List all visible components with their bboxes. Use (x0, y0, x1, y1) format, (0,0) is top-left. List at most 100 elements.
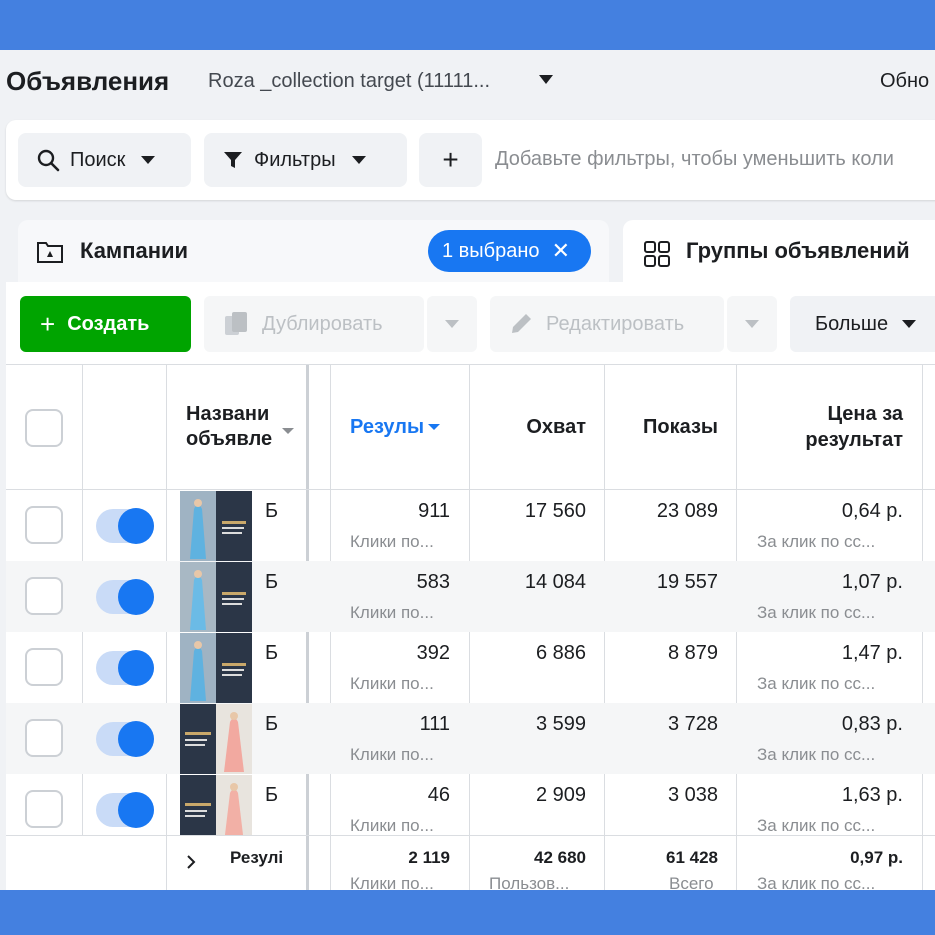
filters-label: Фильтры (254, 148, 336, 171)
edit-label: Редактировать (546, 312, 685, 335)
ad-name[interactable]: Б (265, 642, 278, 665)
row-checkbox[interactable] (25, 790, 63, 828)
chevron-down-icon[interactable] (282, 427, 294, 435)
selected-chip[interactable]: 1 выбрано ✕ (428, 230, 591, 272)
bottom-border-band (0, 890, 935, 935)
table-row[interactable]: Б 911 Клики по... 17 560 23 089 0,64 р. … (6, 490, 935, 561)
results-sub: Клики по... (350, 532, 434, 551)
chevron-down-icon (141, 156, 156, 164)
ad-thumbnail[interactable] (180, 491, 252, 561)
grid-icon (644, 241, 670, 267)
ad-thumbnail[interactable] (180, 562, 252, 632)
filter-icon (224, 152, 242, 168)
totals-reach: 42 680 (534, 848, 586, 867)
close-icon[interactable]: ✕ (552, 238, 570, 264)
ad-thumbnail[interactable] (180, 775, 252, 835)
column-header-results-label: Резулы (350, 415, 425, 438)
chevron-down-icon[interactable] (538, 73, 554, 85)
column-header-name-line1: Названи (186, 403, 270, 425)
chevron-down-icon (445, 320, 459, 328)
table-row[interactable]: Б 392 Клики по... 6 886 8 879 1,47 р. За… (6, 632, 935, 703)
results-value: 392 (416, 642, 450, 664)
search-icon (37, 149, 60, 172)
row-checkbox[interactable] (25, 506, 63, 544)
ad-thumbnail[interactable] (180, 633, 252, 703)
cost-sub: За клик по сс... (757, 532, 876, 551)
updated-label[interactable]: Обно (880, 70, 929, 93)
tab-adsets[interactable]: Группы объявлений (623, 220, 935, 282)
reach-value: 17 560 (524, 500, 586, 522)
column-header-results[interactable]: Резулы (350, 365, 460, 489)
chevron-down-icon (351, 156, 366, 164)
tab-adsets-label: Группы объявлений (686, 238, 910, 263)
cost-value: 1,07 р. (841, 571, 903, 593)
selected-count: 1 выбрано (442, 239, 540, 262)
more-label: Больше (815, 312, 889, 335)
chevron-down-icon (745, 320, 759, 328)
totals-cost: 0,97 р. (850, 848, 903, 867)
folder-icon (37, 242, 63, 263)
duplicate-button[interactable]: Дублировать (204, 296, 424, 352)
row-checkbox[interactable] (25, 577, 63, 615)
create-button[interactable]: + Создать (20, 296, 191, 352)
results-value: 46 (427, 784, 450, 806)
more-button[interactable]: Больше (790, 296, 935, 352)
create-label: Создать (67, 312, 150, 335)
totals-impressions: 61 428 (666, 848, 718, 867)
ad-name[interactable]: Б (265, 500, 278, 523)
tab-campaigns[interactable]: Кампании 1 выбрано ✕ (18, 220, 609, 282)
add-filter-button[interactable]: + (419, 133, 482, 187)
ad-name[interactable]: Б (265, 784, 278, 807)
select-all-checkbox[interactable] (25, 409, 63, 447)
status-toggle[interactable] (96, 508, 154, 544)
table-row[interactable]: Б 583 Клики по... 14 084 19 557 1,07 р. … (6, 561, 935, 632)
edit-dropdown[interactable] (727, 296, 777, 352)
impressions-value: 3 728 (667, 713, 718, 735)
row-checkbox[interactable] (25, 719, 63, 757)
edit-button[interactable]: Редактировать (490, 296, 724, 352)
reach-value: 2 909 (535, 784, 586, 806)
reach-value: 6 886 (535, 642, 586, 664)
impressions-value: 8 879 (667, 642, 718, 664)
filter-input-placeholder[interactable]: Добавьте фильтры, чтобы уменьшить коли (495, 148, 894, 171)
cost-value: 0,83 р. (841, 713, 903, 735)
ad-name[interactable]: Б (265, 713, 278, 736)
ads-table: Названи объявле Резулы Охват Показы Цена… (6, 364, 935, 893)
filters-button[interactable]: Фильтры (204, 133, 407, 187)
impressions-value: 3 038 (667, 784, 718, 806)
ad-thumbnail[interactable] (180, 704, 252, 774)
status-toggle[interactable] (96, 650, 154, 686)
chevron-right-icon[interactable] (186, 854, 196, 870)
pencil-icon (512, 314, 531, 333)
impressions-value: 23 089 (656, 500, 718, 522)
cost-value: 1,47 р. (841, 642, 903, 664)
results-sub: Клики по... (350, 816, 434, 835)
results-sub: Клики по... (350, 603, 434, 622)
cost-value: 1,63 р. (841, 784, 903, 806)
totals-results: 2 119 (408, 848, 450, 867)
ad-name[interactable]: Б (265, 571, 278, 594)
sort-down-icon (428, 424, 441, 430)
reach-value: 14 084 (524, 571, 586, 593)
column-header-name-line2: объявле (186, 428, 273, 450)
cost-sub: За клик по сс... (757, 674, 876, 693)
results-value: 583 (416, 571, 450, 593)
duplicate-dropdown[interactable] (427, 296, 477, 352)
column-header-reach[interactable]: Охват (469, 365, 586, 489)
column-header-cost[interactable]: Цена за результат (736, 365, 903, 489)
status-toggle[interactable] (96, 721, 154, 757)
tab-campaigns-label: Кампании (80, 238, 189, 263)
table-row[interactable]: Б 46 Клики по... 2 909 3 038 1,63 р. За … (6, 774, 935, 835)
cost-sub: За клик по сс... (757, 603, 876, 622)
status-toggle[interactable] (96, 792, 154, 828)
status-toggle[interactable] (96, 579, 154, 615)
chevron-down-icon (902, 320, 917, 328)
totals-row: Резулі 2 119 Клики по... 42 680 Пользов.… (6, 835, 935, 893)
results-sub: Клики по... (350, 674, 434, 693)
reach-value: 3 599 (535, 713, 586, 735)
column-header-impressions[interactable]: Показы (604, 365, 718, 489)
table-row[interactable]: Б 111 Клики по... 3 599 3 728 0,83 р. За… (6, 703, 935, 774)
account-selector[interactable]: Roza _collection target (11111... (208, 70, 490, 93)
row-checkbox[interactable] (25, 648, 63, 686)
search-button[interactable]: Поиск (18, 133, 191, 187)
